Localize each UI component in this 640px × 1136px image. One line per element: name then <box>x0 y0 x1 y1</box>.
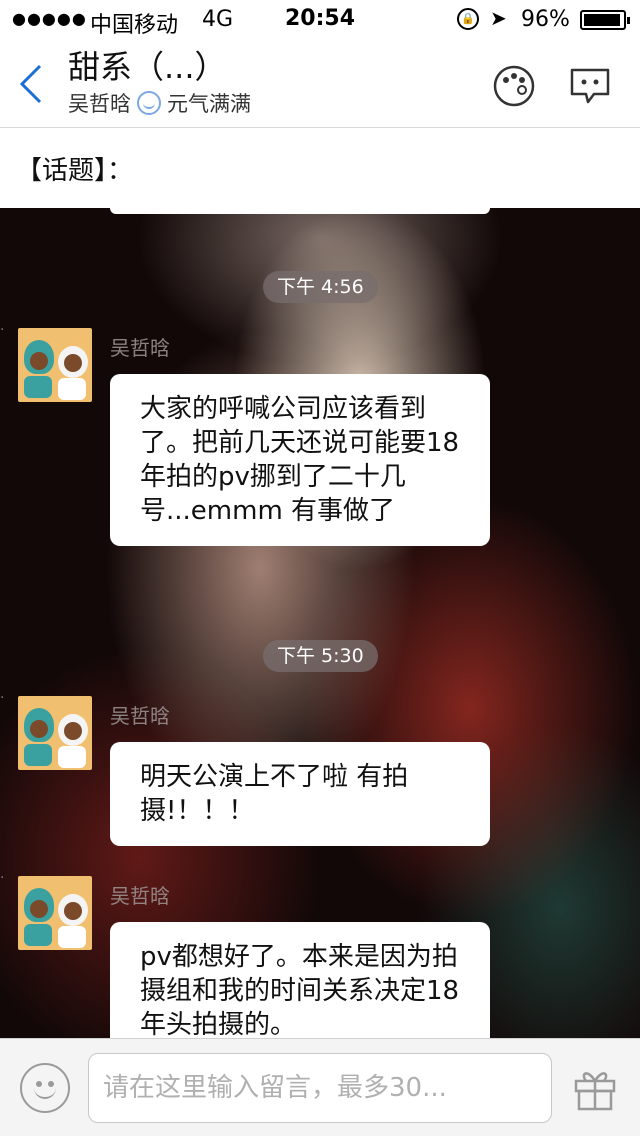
message-bubble[interactable]: 大家的呼喊公司应该看到了。把前几天还说可能要18年拍的pv挪到了二十几号...e… <box>110 374 490 546</box>
owner-name: 吴哲晗 <box>68 92 131 116</box>
sender-name: 吴哲晗 <box>110 884 170 908</box>
emoji-icon[interactable] <box>20 1063 70 1113</box>
palette-icon[interactable] <box>492 64 536 108</box>
location-arrow-icon: ➤ <box>490 6 507 30</box>
battery-percent: 96% <box>521 7 570 32</box>
previous-message-bubble <box>110 208 490 214</box>
battery-icon <box>580 10 630 30</box>
smile-icon <box>137 91 161 115</box>
group-status: 元气满满 <box>167 92 251 116</box>
group-title[interactable]: 甜系（...） <box>68 42 227 88</box>
status-bar: ●●●●● 中国移动 4G 20:54 🔒 ➤ 96% <box>0 0 640 40</box>
chat-header: 甜系（...） 吴哲晗 元气满满 <box>0 40 640 128</box>
message-input[interactable] <box>88 1053 552 1123</box>
time-separator: 下午 4:56 <box>263 271 378 303</box>
gift-icon[interactable] <box>570 1063 620 1113</box>
avatar[interactable] <box>18 696 92 770</box>
message-bubble[interactable]: pv都想好了。本来是因为拍摄组和我的时间关系决定18年头拍摄的。 <box>110 922 490 1038</box>
input-bar <box>0 1038 640 1136</box>
topic-label: 【话题】： <box>16 156 134 186</box>
message-bubble[interactable]: 明天公演上不了啦 有拍摄!！！！ <box>110 742 490 846</box>
rotation-lock-icon: 🔒 <box>457 8 479 30</box>
chat-bubble-icon[interactable] <box>568 66 612 106</box>
sender-name: 吴哲晗 <box>110 704 170 728</box>
topic-bar: 【话题】： <box>0 128 640 208</box>
sender-name: 吴哲晗 <box>110 336 170 360</box>
group-subtitle: 吴哲晗 元气满满 <box>68 88 251 118</box>
unread-dot: · <box>0 870 5 886</box>
time-separator: 下午 5:30 <box>263 640 378 672</box>
avatar[interactable] <box>18 876 92 950</box>
back-chevron-icon[interactable] <box>16 62 48 106</box>
unread-dot: · <box>0 690 5 706</box>
unread-dot: · <box>0 322 5 338</box>
chat-area[interactable]: 下午 4:56 · 吴哲晗 大家的呼喊公司应该看到了。把前几天还说可能要18年拍… <box>0 208 640 1038</box>
avatar[interactable] <box>18 328 92 402</box>
